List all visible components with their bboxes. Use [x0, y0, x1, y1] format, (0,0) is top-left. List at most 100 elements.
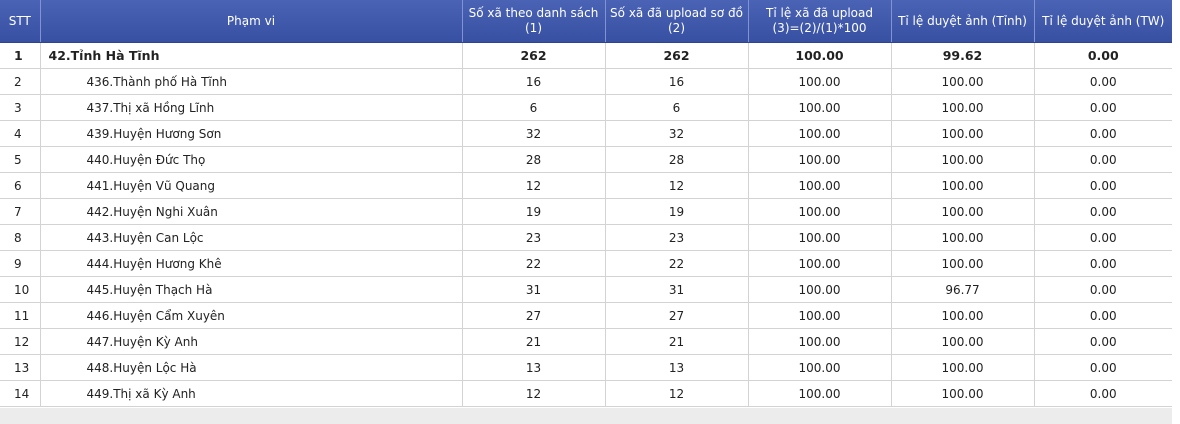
cell-commune-count: 23: [462, 224, 606, 251]
cell-upload-rate: 100.00: [748, 250, 892, 277]
column-header-stt[interactable]: STT: [0, 0, 41, 43]
cell-upload-rate: 100.00: [748, 354, 892, 381]
cell-commune-count: 28: [462, 146, 606, 173]
cell-stt: 1: [0, 42, 41, 69]
cell-commune-count: 12: [462, 172, 606, 199]
cell-approve-central: 0.00: [1034, 42, 1172, 69]
cell-stt: 4: [0, 120, 41, 147]
cell-stt: 10: [0, 276, 41, 303]
column-header-scope[interactable]: Phạm vi: [40, 0, 463, 43]
cell-approve-central: 0.00: [1034, 172, 1172, 199]
cell-uploaded-count: 6: [605, 94, 749, 121]
cell-approve-central: 0.00: [1034, 328, 1172, 355]
cell-uploaded-count: 13: [605, 354, 749, 381]
table-row[interactable]: 3 437.Thị xã Hồng Lĩnh 6 6 100.00 100.00 0.00: [0, 94, 1172, 121]
column-header-uploaded-count[interactable]: Số xã đã upload sơ đồ (2): [605, 0, 749, 43]
table-row[interactable]: 13 448.Huyện Lộc Hà 13 13 100.00 100.00 0.00: [0, 354, 1172, 381]
cell-scope-name[interactable]: 444.Huyện Hương Khê: [40, 250, 463, 277]
cell-stt: 3: [0, 94, 41, 121]
header-row: STT Phạm vi Số xã theo danh sách (1) Số …: [0, 0, 1172, 43]
cell-scope-name[interactable]: 448.Huyện Lộc Hà: [40, 354, 463, 381]
cell-stt: 8: [0, 224, 41, 251]
cell-upload-rate: 100.00: [748, 146, 892, 173]
cell-approve-central: 0.00: [1034, 302, 1172, 329]
cell-approve-province: 100.00: [891, 172, 1035, 199]
table-body: 1 42.Tỉnh Hà Tĩnh 262 262 100.00 99.62 0.00 2 43…: [0, 42, 1172, 407]
cell-approve-province: 100.00: [891, 68, 1035, 95]
cell-scope-name[interactable]: 436.Thành phố Hà Tĩnh: [40, 68, 463, 95]
cell-commune-count: 22: [462, 250, 606, 277]
cell-commune-count: 13: [462, 354, 606, 381]
table-row[interactable]: 1 42.Tỉnh Hà Tĩnh 262 262 100.00 99.62 0.00: [0, 42, 1172, 69]
column-header-upload-rate[interactable]: Tỉ lệ xã đã upload (3)=(2)/(1)*100: [748, 0, 892, 43]
cell-uploaded-count: 31: [605, 276, 749, 303]
cell-uploaded-count: 19: [605, 198, 749, 225]
cell-scope-name[interactable]: 446.Huyện Cẩm Xuyên: [40, 302, 463, 329]
cell-approve-central: 0.00: [1034, 94, 1172, 121]
table-row[interactable]: 5 440.Huyện Đức Thọ 28 28 100.00 100.00 0.00: [0, 146, 1172, 173]
cell-commune-count: 21: [462, 328, 606, 355]
cell-scope-name[interactable]: 445.Huyện Thạch Hà: [40, 276, 463, 303]
table-row[interactable]: 9 444.Huyện Hương Khê 22 22 100.00 100.00 0.00: [0, 250, 1172, 277]
cell-approve-province: 100.00: [891, 380, 1035, 407]
cell-upload-rate: 100.00: [748, 380, 892, 407]
cell-approve-province: 100.00: [891, 302, 1035, 329]
cell-upload-rate: 100.00: [748, 94, 892, 121]
cell-commune-count: 32: [462, 120, 606, 147]
cell-uploaded-count: 23: [605, 224, 749, 251]
cell-commune-count: 31: [462, 276, 606, 303]
cell-scope-name[interactable]: 42.Tỉnh Hà Tĩnh: [40, 42, 463, 69]
column-header-approve-central[interactable]: Tỉ lệ duyệt ảnh (TW): [1034, 0, 1172, 43]
cell-approve-central: 0.00: [1034, 68, 1172, 95]
cell-upload-rate: 100.00: [748, 172, 892, 199]
cell-approve-province: 96.77: [891, 276, 1035, 303]
cell-uploaded-count: 16: [605, 68, 749, 95]
column-header-commune-count[interactable]: Số xã theo danh sách (1): [462, 0, 606, 43]
table-row[interactable]: 10 445.Huyện Thạch Hà 31 31 100.00 96.77 0.00: [0, 276, 1172, 303]
cell-uploaded-count: 32: [605, 120, 749, 147]
statistics-table: STT Phạm vi Số xã theo danh sách (1) Số …: [0, 0, 1172, 407]
cell-approve-central: 0.00: [1034, 380, 1172, 407]
cell-stt: 9: [0, 250, 41, 277]
cell-approve-province: 100.00: [891, 94, 1035, 121]
cell-approve-central: 0.00: [1034, 276, 1172, 303]
table-row[interactable]: 8 443.Huyện Can Lộc 23 23 100.00 100.00 0.00: [0, 224, 1172, 251]
cell-commune-count: 262: [462, 42, 606, 69]
cell-approve-central: 0.00: [1034, 198, 1172, 225]
cell-stt: 2: [0, 68, 41, 95]
cell-stt: 12: [0, 328, 41, 355]
column-header-approve-province[interactable]: Tỉ lệ duyệt ảnh (Tỉnh): [891, 0, 1035, 43]
cell-approve-province: 99.62: [891, 42, 1035, 69]
report-page: STT Phạm vi Số xã theo danh sách (1) Số …: [0, 0, 1180, 424]
cell-approve-province: 100.00: [891, 224, 1035, 251]
cell-approve-central: 0.00: [1034, 146, 1172, 173]
table-row[interactable]: 6 441.Huyện Vũ Quang 12 12 100.00 100.00 0.00: [0, 172, 1172, 199]
cell-scope-name[interactable]: 441.Huyện Vũ Quang: [40, 172, 463, 199]
cell-scope-name[interactable]: 439.Huyện Hương Sơn: [40, 120, 463, 147]
cell-uploaded-count: 12: [605, 172, 749, 199]
cell-scope-name[interactable]: 449.Thị xã Kỳ Anh: [40, 380, 463, 407]
table-row[interactable]: 2 436.Thành phố Hà Tĩnh 16 16 100.00 100.00 0.…: [0, 68, 1172, 95]
cell-stt: 14: [0, 380, 41, 407]
table-row[interactable]: 11 446.Huyện Cẩm Xuyên 27 27 100.00 100.00 0.0…: [0, 302, 1172, 329]
table-row[interactable]: 14 449.Thị xã Kỳ Anh 12 12 100.00 100.00 0.00: [0, 380, 1172, 407]
cell-stt: 5: [0, 146, 41, 173]
cell-scope-name[interactable]: 443.Huyện Can Lộc: [40, 224, 463, 251]
cell-scope-name[interactable]: 440.Huyện Đức Thọ: [40, 146, 463, 173]
table-header: STT Phạm vi Số xã theo danh sách (1) Số …: [0, 0, 1172, 43]
cell-scope-name[interactable]: 437.Thị xã Hồng Lĩnh: [40, 94, 463, 121]
cell-upload-rate: 100.00: [748, 42, 892, 69]
cell-scope-name[interactable]: 447.Huyện Kỳ Anh: [40, 328, 463, 355]
cell-uploaded-count: 262: [605, 42, 749, 69]
cell-approve-central: 0.00: [1034, 250, 1172, 277]
cell-scope-name[interactable]: 442.Huyện Nghi Xuân: [40, 198, 463, 225]
table-row[interactable]: 7 442.Huyện Nghi Xuân 19 19 100.00 100.00 0.00: [0, 198, 1172, 225]
cell-uploaded-count: 22: [605, 250, 749, 277]
table-row[interactable]: 4 439.Huyện Hương Sơn 32 32 100.00 100.00 0.00: [0, 120, 1172, 147]
cell-upload-rate: 100.00: [748, 302, 892, 329]
table-row[interactable]: 12 447.Huyện Kỳ Anh 21 21 100.00 100.00 0.00: [0, 328, 1172, 355]
cell-upload-rate: 100.00: [748, 120, 892, 147]
cell-commune-count: 16: [462, 68, 606, 95]
cell-stt: 7: [0, 198, 41, 225]
table-footer-bar: [0, 408, 1172, 424]
